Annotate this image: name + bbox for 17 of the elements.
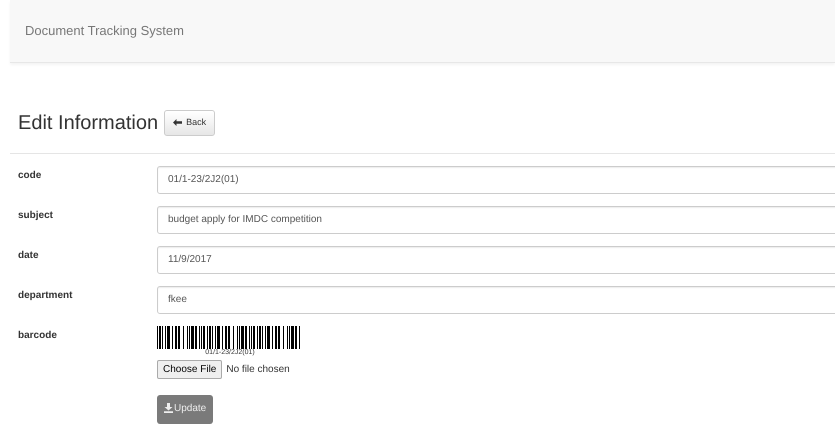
field-label: subject — [18, 208, 54, 222]
field-label: barcode — [18, 328, 58, 342]
file-status: No file chosen — [226, 362, 290, 376]
field-label: department — [18, 288, 74, 302]
back-button[interactable]: Back — [164, 110, 216, 136]
field-label: code — [18, 168, 42, 182]
arrow-left-icon — [173, 119, 182, 126]
navbar-brand[interactable]: Document Tracking System — [25, 21, 184, 41]
update-button[interactable]: Update — [157, 394, 214, 424]
page-title: Edit Information — [18, 110, 158, 135]
text-field[interactable]: 11/9/2017 — [157, 246, 835, 274]
text-field[interactable]: fkee — [157, 286, 835, 314]
text-field[interactable]: 01/1-23/2J2(01) — [157, 166, 835, 194]
download-icon — [164, 403, 173, 413]
text-field[interactable]: budget apply for IMDC competition — [157, 206, 835, 234]
choose-file-button[interactable]: Choose File — [157, 360, 222, 378]
field-label: date — [18, 248, 40, 262]
